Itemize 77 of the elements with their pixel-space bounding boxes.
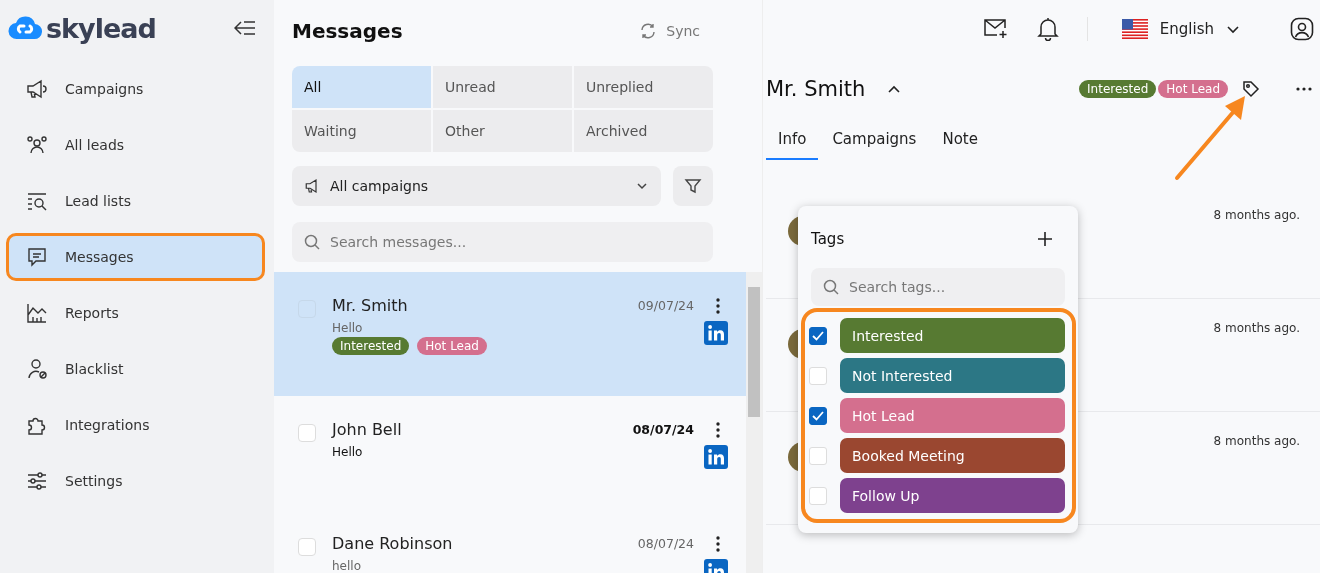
tab[interactable]: Info	[766, 120, 819, 160]
popup-title: Tags	[811, 230, 845, 248]
message-date: 09/07/24	[637, 298, 694, 313]
tag-option[interactable]: Not Interested	[840, 358, 1065, 393]
scrollbar[interactable]	[746, 272, 762, 573]
chat-icon	[25, 245, 49, 269]
filter-tab[interactable]: Other	[433, 110, 572, 152]
collapse-sidebar-icon[interactable]	[234, 20, 256, 36]
linkedin-icon	[704, 321, 728, 345]
sidebar-item[interactable]: Reports	[6, 289, 265, 337]
tag-icon[interactable]	[1242, 80, 1260, 98]
linkedin-icon	[704, 445, 728, 469]
lead-name: Mr. Smith	[332, 296, 409, 315]
add-icon[interactable]	[1038, 232, 1052, 246]
filter-icon	[684, 177, 702, 195]
sidebar-item[interactable]: Settings	[6, 457, 265, 505]
tab[interactable]: Campaigns	[820, 120, 929, 160]
tag-pill: Interested	[1079, 80, 1157, 98]
lead-name: Dane Robinson	[332, 534, 454, 553]
language-selector[interactable]: English	[1115, 18, 1246, 40]
conversation-item[interactable]: Dane Robinson 08/07/24 hello	[274, 510, 746, 573]
search-field[interactable]: Search tags...	[811, 268, 1065, 306]
more-options-icon[interactable]	[716, 297, 720, 314]
tag-option[interactable]: Follow Up	[840, 478, 1065, 513]
campaign-dropdown[interactable]: All campaigns	[292, 166, 661, 206]
activity-time: 8 months ago.	[1213, 208, 1300, 222]
panel-title: Messages	[292, 19, 403, 43]
more-options-icon[interactable]	[716, 421, 720, 438]
tag-pill: Hot Lead	[417, 337, 487, 355]
tab[interactable]: Note	[930, 120, 990, 160]
filter-tab[interactable]: Archived	[574, 110, 713, 152]
user-profile-icon[interactable]	[1290, 17, 1314, 41]
sidebar-item[interactable]: Blacklist	[6, 345, 265, 393]
filter-tab[interactable]: Unread	[433, 66, 572, 108]
tag-pill: Interested	[332, 337, 410, 355]
message-preview: Hello	[332, 445, 363, 459]
sync-icon	[640, 23, 657, 39]
activity-time: 8 months ago.	[1213, 321, 1300, 335]
lead-name: John Bell	[332, 420, 403, 439]
message-date: 08/07/24	[632, 422, 694, 437]
brand-name[interactable]: skylead	[46, 12, 156, 44]
person-block-icon	[25, 357, 49, 381]
search-field[interactable]: Search messages...	[292, 222, 713, 262]
message-preview: hello	[332, 559, 361, 573]
sidebar-item[interactable]: All leads	[6, 121, 265, 169]
tag-option[interactable]: Booked Meeting	[840, 438, 1065, 473]
flag-icon	[1121, 19, 1148, 39]
sync-button[interactable]: Sync	[632, 23, 708, 39]
compose-mail-icon[interactable]	[982, 18, 1009, 40]
message-date: 08/07/24	[637, 536, 694, 551]
notification-bell-icon[interactable]	[1036, 17, 1059, 41]
chart-icon	[25, 301, 49, 325]
filter-tab[interactable]: All	[292, 66, 431, 108]
message-preview: Hello	[332, 321, 363, 335]
tag-option[interactable]: Interested	[840, 318, 1065, 353]
filter-tab[interactable]: Waiting	[292, 110, 431, 152]
activity-time: 8 months ago.	[1213, 434, 1300, 448]
sidebar-item[interactable]: Campaigns	[6, 65, 265, 113]
checkbox[interactable]	[809, 406, 827, 425]
filter-tab[interactable]: Unreplied	[574, 66, 713, 108]
tag-pill: Hot Lead	[1158, 80, 1228, 98]
sidebar-item[interactable]: Integrations	[6, 401, 265, 449]
sliders-icon	[25, 469, 49, 493]
conversation-item[interactable]: John Bell 08/07/24 Hello	[274, 396, 746, 510]
lead-name: Mr. Smith	[766, 77, 866, 101]
sidebar-item[interactable]: Messages	[6, 233, 265, 281]
search-icon	[303, 233, 321, 251]
more-options-icon[interactable]	[716, 535, 720, 552]
search-icon	[822, 278, 840, 296]
more-options-icon[interactable]	[1296, 87, 1312, 91]
checkbox[interactable]	[809, 326, 827, 345]
filter-button[interactable]	[673, 166, 713, 206]
megaphone-icon	[25, 77, 49, 101]
cloud-logo-icon	[8, 15, 42, 41]
sidebar-item[interactable]: Lead lists	[6, 177, 265, 225]
caret-up-icon[interactable]	[887, 84, 902, 94]
conversation-item[interactable]: Mr. Smith 09/07/24 Hello Interested Hot Lead	[274, 272, 746, 396]
